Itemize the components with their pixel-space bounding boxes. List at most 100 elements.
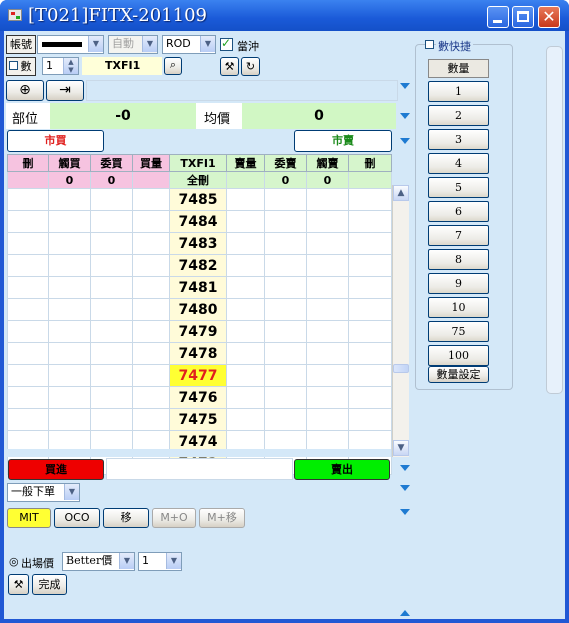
ladder-cell[interactable] xyxy=(226,276,265,299)
qty-checkbox[interactable] xyxy=(9,61,18,70)
collapse-arrow-icon[interactable] xyxy=(400,610,410,616)
ladder-cell[interactable] xyxy=(48,298,91,321)
ladder-cell[interactable] xyxy=(132,364,170,387)
ladder-cell[interactable] xyxy=(226,188,265,211)
ladder-cell[interactable] xyxy=(264,254,307,277)
price-cell[interactable]: 7478 xyxy=(169,342,227,365)
order-type-combo[interactable]: 一般下單 ▼ xyxy=(7,483,80,502)
ladder-cell[interactable] xyxy=(264,210,307,233)
ladder-cell[interactable] xyxy=(90,386,133,409)
qty-button[interactable]: 6 xyxy=(428,201,489,222)
ladder-cell[interactable] xyxy=(90,364,133,387)
scroll-up-icon[interactable]: ▲ xyxy=(393,185,409,201)
ladder-cell[interactable] xyxy=(90,276,133,299)
ladder-cell[interactable] xyxy=(226,232,265,255)
panel-scrollbar[interactable] xyxy=(546,46,563,394)
ladder-cell[interactable] xyxy=(348,386,392,409)
ladder-cell[interactable] xyxy=(226,386,265,409)
price-cell[interactable]: 7483 xyxy=(169,232,227,255)
auto-combo[interactable]: 自動 ▼ xyxy=(108,35,158,54)
oco-button[interactable]: OCO xyxy=(54,508,100,528)
ladder-cell[interactable] xyxy=(7,254,49,277)
ladder-cell[interactable] xyxy=(306,342,349,365)
close-button[interactable]: ✕ xyxy=(538,6,560,28)
expand-arrow-icon[interactable] xyxy=(400,465,410,471)
ladder-cell[interactable] xyxy=(48,232,91,255)
price-cell[interactable]: 7480 xyxy=(169,298,227,321)
ladder-cell[interactable] xyxy=(226,408,265,431)
ladder-cell[interactable] xyxy=(7,232,49,255)
chevron-down-icon[interactable]: ▼ xyxy=(200,36,215,52)
expand-arrow-icon[interactable] xyxy=(400,485,410,491)
ladder-cell[interactable] xyxy=(348,320,392,343)
ladder-cell[interactable] xyxy=(132,276,170,299)
qty-settings-button[interactable]: 數量設定 xyxy=(428,366,489,383)
qty-button[interactable]: 7 xyxy=(428,225,489,246)
ladder-cell[interactable] xyxy=(348,342,392,365)
ladder-cell[interactable] xyxy=(226,320,265,343)
ladder-cell[interactable] xyxy=(48,364,91,387)
ladder-cell[interactable] xyxy=(306,320,349,343)
ladder-cell[interactable] xyxy=(90,298,133,321)
ladder-cell[interactable] xyxy=(348,298,392,321)
ladder-cell[interactable] xyxy=(264,298,307,321)
ladder-cell[interactable] xyxy=(132,210,170,233)
expand-arrow-icon[interactable] xyxy=(400,138,410,144)
ladder-cell[interactable] xyxy=(264,364,307,387)
price-cell[interactable]: 7484 xyxy=(169,210,227,233)
qty-button[interactable]: 5 xyxy=(428,177,489,198)
ladder-cell[interactable] xyxy=(306,232,349,255)
ladder-cell[interactable] xyxy=(264,320,307,343)
ladder-cell[interactable] xyxy=(7,276,49,299)
chevron-down-icon[interactable]: ▼ xyxy=(88,36,103,52)
qty-button[interactable]: 2 xyxy=(428,105,489,126)
ladder-cell[interactable] xyxy=(348,276,392,299)
scroll-down-icon[interactable]: ▼ xyxy=(393,440,409,456)
market-sell-button[interactable]: 市賣 xyxy=(294,130,392,152)
ladder-cell[interactable] xyxy=(132,254,170,277)
ladder-cell[interactable] xyxy=(132,408,170,431)
ladder-scrollbar[interactable]: ▲ ▼ xyxy=(392,185,409,457)
ladder-cell[interactable] xyxy=(348,210,392,233)
ladder-cell[interactable] xyxy=(132,188,170,211)
ladder-cell[interactable] xyxy=(306,408,349,431)
ladder-cell[interactable] xyxy=(132,298,170,321)
buy-button[interactable]: 買進 xyxy=(8,459,104,480)
chevron-down-icon[interactable]: ▼ xyxy=(142,36,157,52)
ladder-cell[interactable] xyxy=(48,342,91,365)
chevron-down-icon[interactable]: ▼ xyxy=(166,553,181,569)
qty-button[interactable]: 1 xyxy=(428,81,489,102)
exit-button[interactable]: ⇥ xyxy=(46,80,84,101)
ladder-cell[interactable] xyxy=(7,320,49,343)
mit-button[interactable]: MIT xyxy=(7,508,51,528)
expand-arrow-icon[interactable] xyxy=(400,83,410,89)
exit-price-radio-icon[interactable]: ◎ xyxy=(9,555,19,568)
qty-button[interactable]: 10 xyxy=(428,297,489,318)
ladder-cell[interactable] xyxy=(306,298,349,321)
qty-button[interactable]: 3 xyxy=(428,129,489,150)
trailing-button[interactable]: 移 xyxy=(103,508,149,528)
chevron-down-icon[interactable]: ▼ xyxy=(64,484,79,500)
ladder-cell[interactable] xyxy=(48,320,91,343)
ladder-cell[interactable] xyxy=(264,188,307,211)
ladder-cell[interactable] xyxy=(7,386,49,409)
delete-buy-header[interactable]: 刪 xyxy=(7,154,49,172)
symbol-search-button[interactable]: ⌕ xyxy=(164,57,182,75)
done-button[interactable]: 完成 xyxy=(32,574,67,595)
daytrade-checkbox[interactable] xyxy=(220,36,233,51)
ladder-cell[interactable] xyxy=(306,188,349,211)
expand-arrow-icon[interactable] xyxy=(400,509,410,515)
ladder-cell[interactable] xyxy=(348,254,392,277)
qty-button[interactable]: 9 xyxy=(428,273,489,294)
ladder-cell[interactable] xyxy=(348,232,392,255)
ladder-cell[interactable] xyxy=(226,210,265,233)
ladder-cell[interactable] xyxy=(90,254,133,277)
scroll-thumb[interactable] xyxy=(393,364,409,373)
ladder-cell[interactable] xyxy=(90,232,133,255)
ladder-cell[interactable] xyxy=(7,408,49,431)
ladder-cell[interactable] xyxy=(90,210,133,233)
price-cell[interactable]: 7475 xyxy=(169,408,227,431)
sell-button[interactable]: 賣出 xyxy=(294,459,390,480)
price-input[interactable] xyxy=(106,458,293,480)
current-price-cell[interactable]: 7477 xyxy=(169,364,227,387)
